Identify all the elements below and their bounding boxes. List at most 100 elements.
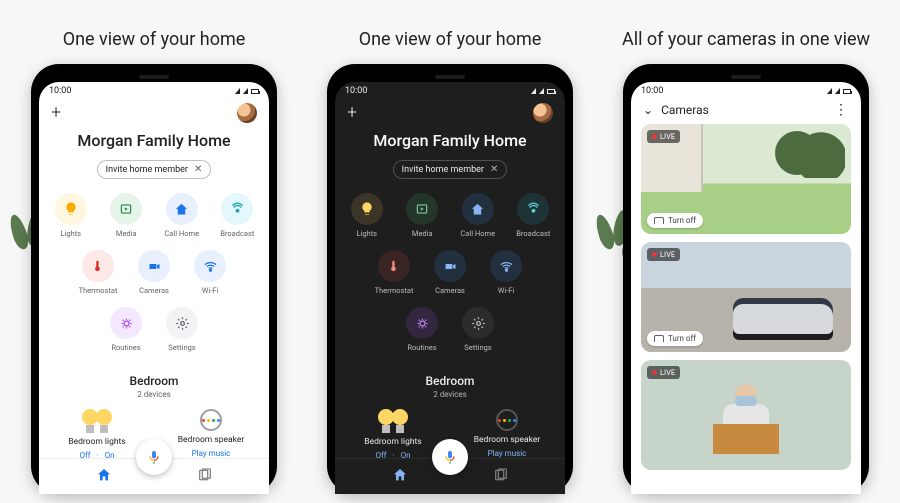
screen-home-dark: 10:00 + Morgan Family Home Invite home m…	[335, 82, 565, 494]
room-name: Bedroom	[49, 374, 259, 388]
phone-frame: 10:00 + Morgan Family Home Invite home m…	[31, 64, 277, 494]
room-section: Bedroom 2 devices	[345, 374, 555, 399]
tile-thermostat[interactable]: Thermostat	[372, 250, 416, 295]
tile-label: Thermostat	[375, 286, 414, 295]
status-bar: 10:00	[631, 82, 861, 98]
gear-icon	[166, 307, 198, 339]
invite-chip[interactable]: Invite home member ✕	[97, 160, 212, 179]
control-sep: ·	[393, 451, 395, 458]
control-on[interactable]: On	[401, 451, 411, 458]
home-title: Morgan Family Home	[49, 131, 259, 150]
turn-off-button[interactable]: Turn off	[647, 331, 703, 346]
camera-feed-driveway[interactable]: LIVE Turn off	[641, 242, 851, 352]
tile-wi-fi[interactable]: Wi-Fi	[188, 250, 232, 295]
person-delivery	[701, 380, 791, 470]
add-button[interactable]: +	[51, 102, 61, 123]
assistant-mic-button[interactable]	[136, 439, 172, 475]
control-sep: ·	[97, 451, 99, 458]
tile-broadcast[interactable]: Broadcast	[512, 193, 556, 238]
tile-cameras[interactable]: Cameras	[428, 250, 472, 295]
tile-label: Media	[412, 229, 433, 238]
thermo-icon	[82, 250, 114, 282]
camera-feed-door[interactable]: LIVE	[641, 360, 851, 470]
camera-feed-yard[interactable]: LIVE Turn off	[641, 124, 851, 234]
tile-label: Routines	[407, 343, 436, 352]
signal-icon	[835, 88, 840, 94]
tile-label: Lights	[356, 229, 377, 238]
signal-icon	[243, 88, 248, 94]
signal-icon	[531, 88, 536, 94]
broadcast-icon	[517, 193, 549, 225]
device-lights[interactable]: Bedroom lights Off · On	[53, 409, 141, 458]
account-avatar[interactable]	[533, 103, 553, 123]
play-icon	[406, 193, 438, 225]
device-speaker[interactable]: Bedroom speaker Play music	[167, 409, 255, 458]
tile-label: Routines	[111, 343, 140, 352]
add-button[interactable]: +	[347, 102, 357, 123]
status-icons	[827, 88, 851, 94]
control-off[interactable]: Off	[79, 451, 90, 458]
phone-frame: 10:00 + Morgan Family Home Invite home m…	[327, 64, 573, 494]
tile-call home[interactable]: Call Home	[456, 193, 500, 238]
tile-label: Wi-Fi	[498, 286, 515, 295]
tile-label: Settings	[168, 343, 195, 352]
tile-label: Media	[116, 229, 137, 238]
close-icon[interactable]: ✕	[490, 164, 498, 175]
control-play[interactable]: Play music	[192, 449, 231, 458]
device-name: Bedroom speaker	[474, 435, 541, 445]
device-lights[interactable]: Bedroom lights Off · On	[349, 409, 437, 458]
assistant-mic-button[interactable]	[432, 439, 468, 475]
room-name: Bedroom	[345, 374, 555, 388]
tile-cameras[interactable]: Cameras	[132, 250, 176, 295]
control-play[interactable]: Play music	[488, 449, 527, 458]
close-icon[interactable]: ✕	[194, 164, 202, 175]
bottom-nav	[39, 458, 269, 494]
room-count: 2 devices	[49, 390, 259, 399]
tile-broadcast[interactable]: Broadcast	[216, 193, 260, 238]
nav-home-icon[interactable]	[392, 467, 408, 487]
invite-chip[interactable]: Invite home member ✕	[393, 160, 508, 179]
tile-routines[interactable]: Routines	[400, 307, 444, 352]
tile-lights[interactable]: Lights	[49, 193, 93, 238]
tile-call home[interactable]: Call Home	[160, 193, 204, 238]
nav-feed-icon[interactable]	[197, 467, 213, 487]
tile-media[interactable]: Media	[401, 193, 445, 238]
tile-label: Wi-Fi	[202, 286, 219, 295]
tile-settings[interactable]: Settings	[456, 307, 500, 352]
tile-label: Cameras	[435, 286, 465, 295]
turn-off-button[interactable]: Turn off	[647, 213, 703, 228]
tile-settings[interactable]: Settings	[160, 307, 204, 352]
nav-feed-icon[interactable]	[493, 467, 509, 487]
status-icons	[531, 88, 555, 94]
device-speaker[interactable]: Bedroom speaker Play music	[463, 409, 551, 458]
speaker-icon	[200, 409, 222, 431]
tile-media[interactable]: Media	[105, 193, 149, 238]
wifi-icon	[490, 250, 522, 282]
tile-thermostat[interactable]: Thermostat	[76, 250, 120, 295]
control-on[interactable]: On	[105, 451, 115, 458]
status-bar: 10:00	[39, 82, 269, 98]
phone-frame: 10:00 ⌄ Cameras ⋮ LIVE	[623, 64, 869, 494]
clock: 10:00	[641, 86, 663, 96]
home-icon	[166, 193, 198, 225]
home-icon	[462, 193, 494, 225]
more-options[interactable]: ⋮	[834, 102, 849, 118]
panel-caption: All of your cameras in one view	[614, 16, 878, 64]
device-name: Bedroom lights	[364, 437, 421, 447]
tile-lights[interactable]: Lights	[345, 193, 389, 238]
tile-wi-fi[interactable]: Wi-Fi	[484, 250, 528, 295]
lightbulb-icon	[80, 409, 114, 433]
tile-label: Call Home	[164, 229, 199, 238]
tile-routines[interactable]: Routines	[104, 307, 148, 352]
control-off[interactable]: Off	[375, 451, 386, 458]
signal-icon	[235, 88, 240, 94]
account-avatar[interactable]	[237, 103, 257, 123]
back-chevron-icon[interactable]: ⌄	[643, 103, 653, 117]
panel-dark: One view of your home 10:00 +	[311, 16, 589, 494]
tile-label: Thermostat	[79, 286, 118, 295]
gear-icon	[462, 307, 494, 339]
routines-icon	[110, 307, 142, 339]
screen-home-light: 10:00 + Morgan Family Home Invite home m…	[39, 82, 269, 494]
tile-label: Broadcast	[516, 229, 550, 238]
nav-home-icon[interactable]	[96, 467, 112, 487]
